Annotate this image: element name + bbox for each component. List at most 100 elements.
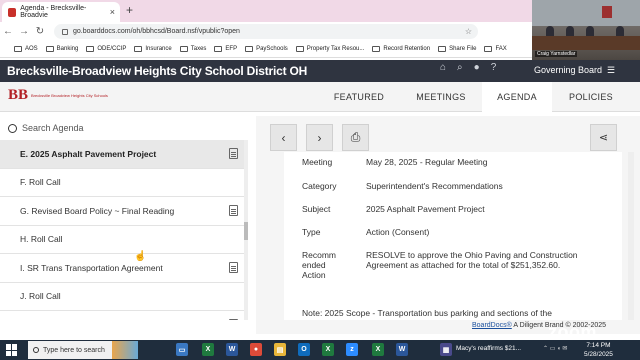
share-icon: ⋖ — [598, 132, 609, 144]
chrome-icon[interactable]: ● — [250, 343, 262, 356]
boarddocs-link[interactable]: BoardDocs® — [472, 322, 512, 329]
bookmark-star-icon[interactable]: ☆ — [465, 27, 472, 36]
governing-board-label: Governing Board — [534, 65, 603, 75]
agenda-item[interactable]: E. 2025 Asphalt Pavement Project — [0, 140, 244, 169]
document-icon[interactable] — [229, 148, 238, 160]
excel-icon[interactable]: X — [322, 343, 334, 356]
reload-icon[interactable]: ↻ — [32, 26, 48, 37]
excel-icon[interactable]: X — [202, 343, 214, 356]
boarddocs-favicon-icon — [8, 7, 17, 17]
next-item-button[interactable]: › — [306, 124, 333, 151]
governing-board-menu[interactable]: Governing Board ☰ — [534, 65, 615, 76]
bookmark-item[interactable]: Property Tax Resou... — [295, 46, 364, 52]
back-arrow-icon[interactable]: ← — [0, 26, 16, 37]
bookmark-item[interactable]: Banking — [45, 46, 79, 52]
tab-title: Agenda - Brecksville-Broadvie — [20, 5, 87, 19]
bookmark-item[interactable]: Share File — [438, 46, 476, 52]
address-row: ← → ↻ go.boarddocs.com/oh/bbhcsd/Board.n… — [0, 22, 532, 41]
agenda-item[interactable]: J. Roll Call — [0, 282, 244, 311]
new-tab-button[interactable]: + — [126, 3, 133, 17]
header-icons: ⌂ ⌕ ● ? — [440, 62, 496, 73]
agenda-scrollbar-thumb[interactable] — [244, 222, 248, 240]
agenda-item[interactable]: K. ESC Position Education Program — [0, 311, 244, 320]
site-info-icon[interactable] — [62, 28, 68, 35]
bookmark-item[interactable]: FAX — [484, 46, 507, 52]
folder-icon — [438, 46, 447, 52]
detail-label: Category — [302, 181, 337, 191]
bookmark-label: FAX — [495, 46, 507, 52]
word-icon[interactable]: W — [396, 343, 408, 356]
chevron-right-icon: › — [317, 130, 322, 145]
bookmark-item[interactable]: ODE/CCIP — [86, 46, 126, 52]
site-title[interactable]: Brecksville-Broadview Heights City Schoo… — [7, 64, 307, 78]
agenda-item[interactable]: F. Roll Call — [0, 168, 244, 197]
nav-agenda[interactable]: AGENDA — [482, 82, 552, 112]
nav-meetings[interactable]: MEETINGS — [404, 82, 478, 112]
user-icon[interactable]: ● — [474, 62, 480, 73]
detail-label: Meeting — [302, 157, 333, 167]
meeting-table — [532, 36, 640, 50]
share-button[interactable]: ⋖ — [590, 124, 617, 151]
excel-icon[interactable]: X — [372, 343, 384, 356]
bookmark-item[interactable]: Insurance — [134, 46, 172, 52]
file-explorer-icon[interactable]: ▤ — [274, 343, 286, 356]
scope-note: Note: 2025 Scope - Transportation bus pa… — [302, 308, 552, 318]
agenda-search[interactable]: Search Agenda — [0, 116, 244, 140]
tab-close-icon[interactable]: × — [110, 7, 115, 17]
system-tray[interactable]: ⌃ ▭ ◖ ✉ — [543, 345, 567, 352]
task-view-icon[interactable]: ▭ — [176, 343, 188, 356]
detail-value: 2025 Asphalt Pavement Project — [366, 204, 485, 214]
taskbar-clock[interactable]: 7:14 PM 5/28/2025 — [584, 341, 613, 359]
folder-icon — [214, 46, 223, 52]
agenda-item[interactable]: G. Revised Board Policy ~ Final Reading — [0, 197, 244, 226]
browser-tab[interactable]: Agenda - Brecksville-Broadvie × — [2, 2, 120, 22]
detail-label: Type — [302, 227, 321, 237]
outlook-icon[interactable]: O — [298, 343, 310, 356]
bookmark-item[interactable]: Taxes — [179, 46, 206, 52]
folder-icon — [484, 46, 493, 52]
folder-icon — [86, 46, 95, 52]
home-icon[interactable]: ⌂ — [440, 62, 446, 73]
agenda-list: E. 2025 Asphalt Pavement Project F. Roll … — [0, 140, 244, 320]
news-icon[interactable]: ▦ — [440, 343, 452, 356]
zoom-app-icon[interactable]: z — [346, 343, 358, 356]
chevron-left-icon: ‹ — [281, 130, 286, 145]
detail-label: Subject — [302, 204, 331, 214]
taskbar-search[interactable]: Type here to search — [28, 341, 138, 359]
forward-arrow-icon[interactable]: → — [16, 26, 32, 37]
nav-featured[interactable]: FEATURED — [324, 82, 394, 112]
nav-policies[interactable]: POLICIES — [556, 82, 626, 112]
agenda-item-label: E. 2025 Asphalt Pavement Project — [20, 148, 157, 159]
menu-icon: ☰ — [607, 65, 616, 75]
agenda-item[interactable]: H. Roll Call — [0, 225, 244, 254]
document-icon[interactable] — [229, 262, 238, 274]
bookmark-label: Banking — [56, 46, 79, 52]
detail-scrollbar[interactable] — [628, 152, 634, 320]
bookmark-item[interactable]: EFP — [214, 46, 237, 52]
agenda-item-label: F. Roll Call — [20, 177, 61, 188]
district-logo[interactable]: BB Brecksville Broadview Heights City Sc… — [8, 87, 108, 104]
news-widget[interactable]: Macy's reaffirms $21... — [456, 345, 521, 352]
url-bar[interactable]: go.boarddocs.com/oh/bbhcsd/Board.nsf/vpu… — [54, 24, 478, 39]
url-text: go.boarddocs.com/oh/bbhcsd/Board.nsf/vpu… — [73, 28, 240, 35]
print-button[interactable]: ⎙ — [342, 124, 369, 151]
zoom-video-thumbnail[interactable]: Craig Yarnstedlar — [532, 0, 640, 60]
search-icon[interactable]: ⌕ — [457, 62, 463, 73]
folder-icon — [245, 46, 254, 52]
meeting-room-wall — [532, 0, 640, 26]
previous-item-button[interactable]: ‹ — [270, 124, 297, 151]
search-icon — [8, 123, 17, 133]
word-icon[interactable]: W — [226, 343, 238, 356]
windows-start-icon[interactable] — [6, 344, 18, 356]
document-icon[interactable] — [229, 205, 238, 217]
bookmark-item[interactable]: PaySchools — [245, 46, 288, 52]
agenda-item[interactable]: I. SR Trans Transportation Agreement — [0, 254, 244, 283]
logo-text: Brecksville Broadview Heights City Schoo… — [31, 93, 108, 98]
document-icon[interactable] — [229, 319, 238, 320]
detail-value: RESOLVE to approve the Ohio Paving and C… — [366, 250, 578, 270]
bookmarks-bar: AOS Banking ODE/CCIP Insurance Taxes EFP PaySc… — [0, 41, 532, 58]
bookmark-label: Record Retention — [383, 46, 431, 52]
bookmark-item[interactable]: AOS — [14, 46, 38, 52]
help-icon[interactable]: ? — [491, 62, 497, 73]
bookmark-item[interactable]: Record Retention — [372, 46, 430, 52]
